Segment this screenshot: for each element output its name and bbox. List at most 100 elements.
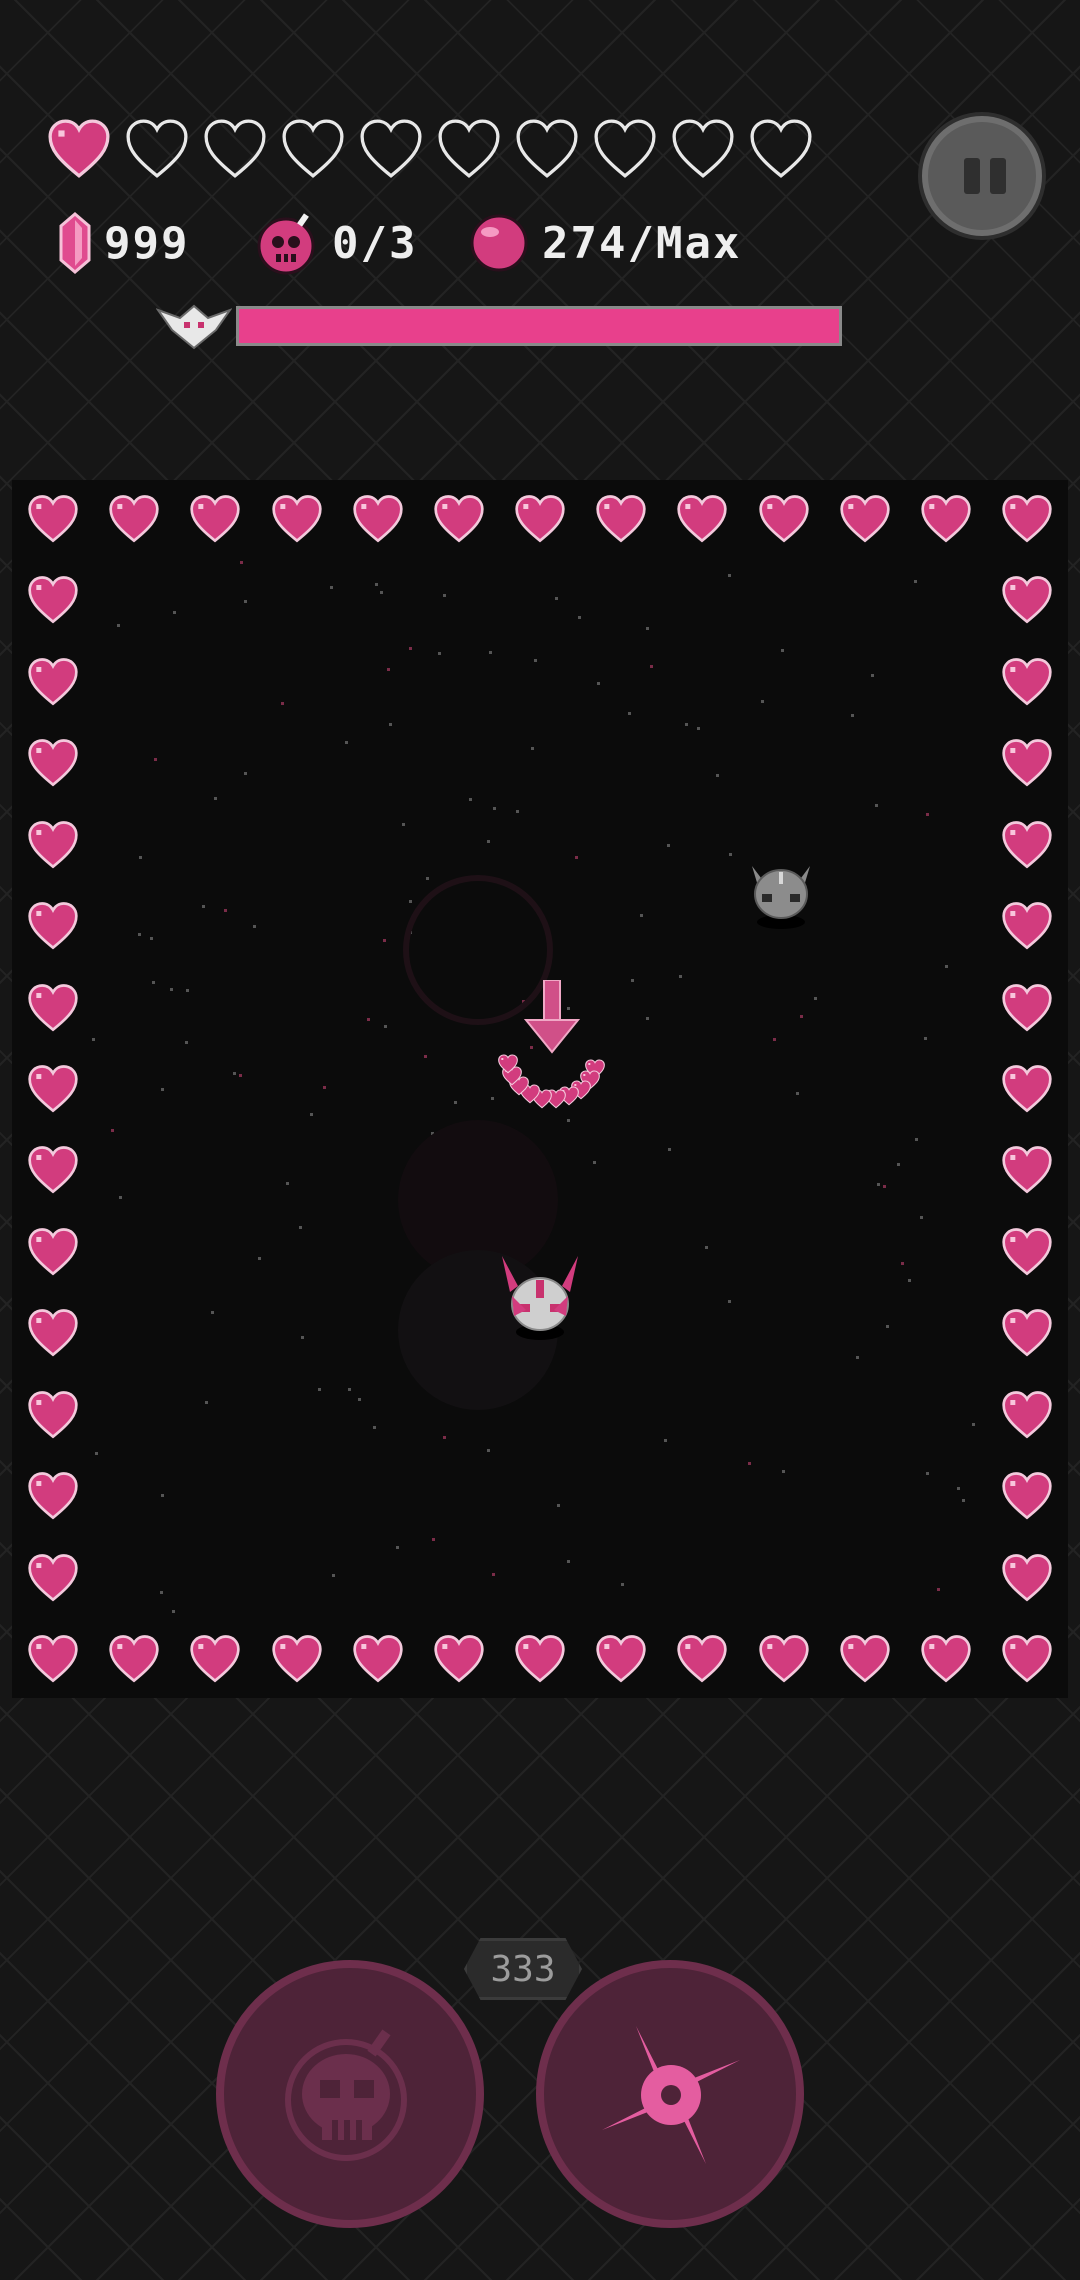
star [747,1462,751,1466]
star [684,723,688,727]
star [232,1071,236,1075]
health-hearts [46,118,814,180]
star [116,624,120,628]
bomb-button[interactable] [216,1960,484,2228]
bomb-counter: 0/3 [254,210,417,276]
star [920,1216,924,1220]
border-heart-icon [28,983,78,1031]
star [285,1181,289,1185]
star [937,1588,941,1592]
star [621,1582,625,1586]
border-heart-icon [28,1228,78,1276]
star [186,989,190,993]
star [389,722,393,726]
winged-boss-icon [156,304,232,350]
empty-heart-icon [516,119,578,178]
star [556,1504,560,1508]
star [796,1092,800,1096]
star [300,1336,304,1340]
star [493,806,497,810]
pink-orb-icon [470,214,528,272]
border-heart-icon [28,1553,78,1601]
border-heart-icon [190,495,240,543]
star [874,803,878,807]
star [379,590,383,594]
star [373,1425,377,1429]
star [515,810,519,814]
star [578,615,582,619]
star [137,932,141,936]
star [915,1137,919,1141]
pause-button[interactable] [922,116,1042,236]
border-heart-icon [921,1635,971,1683]
star [728,1299,732,1303]
star [204,1400,208,1404]
orb-count: 274/Max [542,217,742,269]
border-heart-icon [28,495,78,543]
border-heart-icon [1002,1472,1052,1520]
border-heart-icon [28,1065,78,1113]
star [715,773,719,777]
star [257,1257,261,1261]
border-heart-icon [28,902,78,950]
empty-heart-icon [282,119,344,178]
border-heart-icon [1002,1228,1052,1276]
star [649,665,653,669]
border-heart-icon [1002,1553,1052,1601]
star [375,582,379,586]
border-heart-icon [352,495,403,543]
player-ship [502,1256,578,1340]
border-heart-icon [677,495,727,543]
star [882,1184,886,1188]
star [243,772,247,776]
star [886,1325,890,1329]
star [344,740,348,744]
ability-button[interactable] [536,1960,804,2228]
empty-heart-icon [438,119,500,178]
star [704,1245,708,1249]
star [914,580,918,584]
game-arena[interactable] [12,480,1068,1698]
border-heart-icon [28,1635,78,1683]
star [772,1038,776,1042]
full-heart-icon [48,119,110,178]
border-heart-icon [28,576,78,624]
star [159,1591,163,1595]
border-heart-icon [921,495,971,543]
star [781,648,785,652]
border-heart-icon [434,1635,484,1683]
hud: 999 0/3 274/Max [0,0,1080,380]
empty-heart-icon [594,119,656,178]
pink-crystal-icon [59,212,91,274]
star [118,1196,122,1200]
border-heart-icon [1002,820,1052,869]
star [437,652,441,656]
border-heart-icon [1002,1390,1052,1439]
border-heart-icon [28,1472,78,1520]
star [387,668,391,672]
star [332,1573,336,1577]
star [871,673,875,677]
star [94,1452,98,1456]
star [760,699,764,703]
star [907,1278,911,1282]
border-heart-icon [1002,1309,1052,1357]
star [567,1559,571,1563]
star [201,905,205,909]
star [925,812,929,816]
empty-heart-icon [750,119,812,178]
bomb-count: 0/3 [332,217,418,269]
star [728,574,732,578]
star [877,1182,881,1186]
empty-heart-icon [672,119,734,178]
star [962,1499,966,1503]
border-heart-icon [434,495,484,543]
border-heart-icon [1002,658,1052,706]
star [663,1439,667,1443]
star [214,797,218,801]
star [243,599,247,603]
border-heart-icon [109,495,159,543]
star [443,1435,447,1439]
border-heart-icon [28,820,78,869]
star [240,560,244,564]
